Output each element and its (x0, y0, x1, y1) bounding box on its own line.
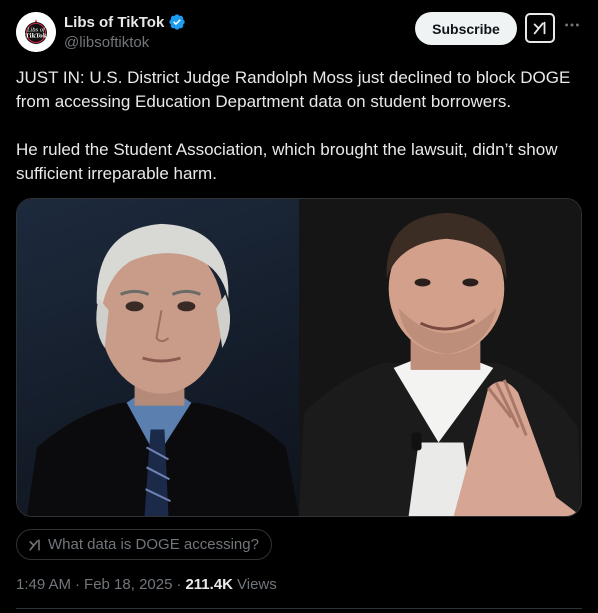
more-options-button[interactable] (561, 14, 583, 36)
elon-portrait-image (299, 212, 581, 516)
meta-separator: · (75, 576, 81, 593)
tweet-date[interactable]: Feb 18, 2025 (84, 576, 172, 593)
meta-separator: · (176, 576, 182, 593)
svg-text:TikTok: TikTok (25, 34, 46, 40)
divider (16, 608, 582, 609)
tweet-meta: 1:49 AM · Feb 18, 2025 · 211.4K Views (16, 576, 277, 593)
tweet-card: Libs of TikTok Libs of TikTok @libsoftik… (0, 0, 598, 613)
tweet-time[interactable]: 1:49 AM (16, 576, 71, 593)
judge-portrait-image (26, 223, 299, 516)
display-name[interactable]: Libs of TikTok (64, 14, 164, 31)
author-handle[interactable]: @libsoftiktok (64, 34, 149, 51)
more-dots-icon (565, 23, 579, 27)
verified-badge-icon[interactable] (168, 13, 186, 31)
author-name-row: Libs of TikTok (64, 13, 186, 31)
tweet-text: JUST IN: U.S. District Judge Randolph Mo… (16, 66, 581, 186)
views-label: Views (237, 576, 277, 593)
grok-button[interactable] (525, 13, 555, 43)
libs-of-tiktok-logo: Libs of TikTok (16, 12, 56, 52)
grok-prompt-chip[interactable]: What data is DOGE accessing? (16, 529, 272, 560)
grok-prompt-label: What data is DOGE accessing? (48, 536, 259, 553)
tweet-media[interactable] (16, 198, 582, 517)
views-count[interactable]: 211.4K (185, 576, 233, 593)
photo-elon[interactable] (299, 199, 581, 516)
subscribe-button[interactable]: Subscribe (415, 12, 517, 45)
grok-icon (533, 21, 546, 35)
tweet-paragraph-1: JUST IN: U.S. District Judge Randolph Mo… (16, 68, 571, 111)
photo-judge[interactable] (17, 199, 299, 516)
avatar[interactable]: Libs of TikTok (16, 12, 56, 52)
tweet-paragraph-2: He ruled the Student Association, which … (16, 140, 558, 183)
grok-icon (29, 538, 40, 551)
